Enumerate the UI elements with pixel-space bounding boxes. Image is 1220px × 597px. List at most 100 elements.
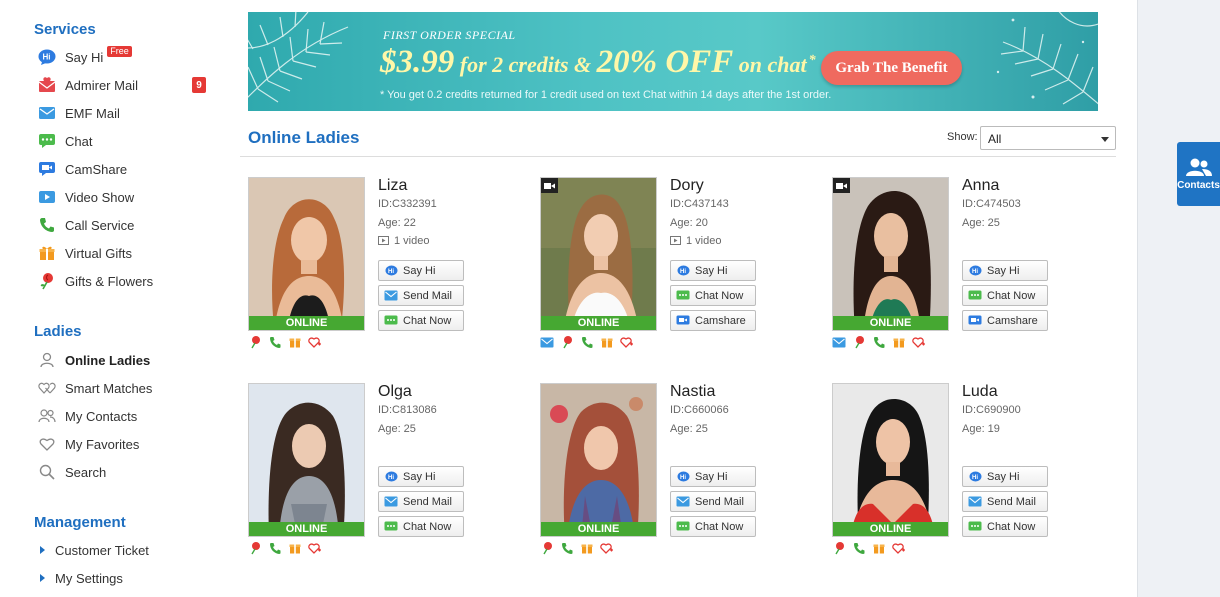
- chat-icon: [968, 521, 982, 533]
- phone-icon[interactable]: [268, 541, 282, 555]
- profile-photo[interactable]: ONLINE: [832, 383, 949, 537]
- say-hi-button[interactable]: Hi Say Hi: [962, 260, 1048, 281]
- contacts-tab-label: Contacts: [1177, 180, 1220, 191]
- svg-text:Hi: Hi: [680, 269, 686, 275]
- send-mail-button[interactable]: Send Mail: [670, 491, 756, 512]
- gift-icon[interactable]: [872, 541, 886, 555]
- grab-benefit-button[interactable]: Grab The Benefit: [821, 51, 962, 85]
- gift-icon[interactable]: [600, 335, 614, 349]
- lady-id: ID:C690900: [962, 404, 1021, 416]
- add-favorite-icon[interactable]: [308, 335, 322, 349]
- promo-banner[interactable]: FIRST ORDER SPECIAL $3.99 for 2 credits …: [248, 12, 1098, 111]
- send-mail-button[interactable]: Send Mail: [962, 491, 1048, 512]
- add-favorite-icon[interactable]: [620, 335, 634, 349]
- sidebar-item-smart-matches[interactable]: Smart Matches: [38, 377, 218, 399]
- lady-name: Olga: [378, 383, 412, 400]
- camshare-button[interactable]: Camshare: [670, 310, 756, 331]
- ladies-heading: Ladies: [34, 323, 82, 340]
- sidebar-item-camshare[interactable]: CamShare: [38, 158, 218, 180]
- sidebar-item-my-settings[interactable]: My Settings: [40, 567, 123, 589]
- profile-photo[interactable]: ONLINE: [248, 383, 365, 537]
- lady-age: Age: 19: [962, 423, 1000, 435]
- profile-photo[interactable]: ONLINE: [248, 177, 365, 331]
- gift-icon[interactable]: [288, 541, 302, 555]
- search-icon: [38, 463, 56, 481]
- lady-name: Dory: [670, 177, 704, 194]
- phone-icon[interactable]: [580, 335, 594, 349]
- chat-now-button[interactable]: Chat Now: [378, 310, 464, 331]
- chat-now-button[interactable]: Chat Now: [670, 285, 756, 306]
- say-hi-icon: Hi: [38, 48, 56, 66]
- rose-icon[interactable]: [560, 335, 574, 349]
- gift-icon[interactable]: [892, 335, 906, 349]
- rose-icon[interactable]: [248, 335, 262, 349]
- phone-icon[interactable]: [560, 541, 574, 555]
- say-hi-button[interactable]: Hi Say Hi: [378, 260, 464, 281]
- camshare-button[interactable]: Camshare: [962, 310, 1048, 331]
- rose-icon[interactable]: [248, 541, 262, 555]
- lady-name: Liza: [378, 177, 408, 194]
- sidebar-item-gifts-flowers[interactable]: Gifts & Flowers: [38, 270, 218, 292]
- add-favorite-icon[interactable]: [892, 541, 906, 555]
- chevron-right-icon: [40, 546, 45, 554]
- say-hi-icon: Hi: [676, 471, 690, 483]
- contacts-icon: [1185, 158, 1212, 176]
- profile-photo[interactable]: ONLINE: [832, 177, 949, 331]
- sidebar-item-my-favorites[interactable]: My Favorites: [38, 433, 218, 455]
- send-mail-button[interactable]: Send Mail: [378, 285, 464, 306]
- sidebar-item-video-show[interactable]: Video Show: [38, 186, 218, 208]
- lady-card: ONLINE Olga ID:C813086 Age: 25 Hi Say Hi …: [248, 383, 488, 573]
- sidebar-item-label: Online Ladies: [65, 352, 151, 368]
- rose-icon[interactable]: [832, 541, 846, 555]
- mail-icon[interactable]: [832, 335, 846, 349]
- lady-card: ONLINE Anna ID:C474503 Age: 25 Hi Say Hi …: [832, 177, 1072, 367]
- sidebar-item-say-hi[interactable]: Hi Say Hi Free: [38, 45, 218, 68]
- sidebar-item-emf-mail[interactable]: EMF Mail: [38, 102, 218, 124]
- rose-icon[interactable]: [540, 541, 554, 555]
- sidebar-item-customer-ticket[interactable]: Customer Ticket: [40, 539, 149, 561]
- say-hi-button[interactable]: Hi Say Hi: [378, 466, 464, 487]
- banner-title: FIRST ORDER SPECIAL: [383, 28, 516, 42]
- sidebar-item-online-ladies[interactable]: Online Ladies: [38, 349, 218, 371]
- banner-asterisk: *: [808, 52, 816, 68]
- button-label: Chat Now: [987, 520, 1036, 533]
- add-favorite-icon[interactable]: [912, 335, 926, 349]
- chat-now-button[interactable]: Chat Now: [962, 516, 1048, 537]
- lady-card: ONLINE Nastia ID:C660066 Age: 25 Hi Say H…: [540, 383, 780, 573]
- add-favorite-icon[interactable]: [600, 541, 614, 555]
- video-icon: [378, 236, 389, 245]
- gift-icon[interactable]: [288, 335, 302, 349]
- sidebar-item-call-service[interactable]: Call Service: [38, 214, 218, 236]
- rose-icon[interactable]: [852, 335, 866, 349]
- video-camera-icon: [833, 178, 850, 193]
- divider: [240, 156, 1116, 157]
- palm-leaf-decoration: [248, 12, 349, 103]
- video-count-label: 1 video: [394, 235, 430, 247]
- sidebar-item-label: Call Service: [65, 217, 135, 233]
- phone-icon[interactable]: [872, 335, 886, 349]
- sidebar-item-virtual-gifts[interactable]: Virtual Gifts: [38, 242, 218, 264]
- say-hi-button[interactable]: Hi Say Hi: [670, 466, 756, 487]
- contacts-tab[interactable]: Contacts: [1177, 142, 1220, 206]
- gift-icon[interactable]: [580, 541, 594, 555]
- lady-id: ID:C660066: [670, 404, 729, 416]
- chat-now-button[interactable]: Chat Now: [670, 516, 756, 537]
- add-favorite-icon[interactable]: [308, 541, 322, 555]
- phone-icon[interactable]: [852, 541, 866, 555]
- phone-icon[interactable]: [268, 335, 282, 349]
- show-filter-select[interactable]: All: [980, 126, 1116, 150]
- sidebar-item-admirer-mail[interactable]: Admirer Mail 9: [38, 74, 218, 96]
- sidebar-item-my-contacts[interactable]: My Contacts: [38, 405, 218, 427]
- profile-photo[interactable]: ONLINE: [540, 177, 657, 331]
- send-mail-button[interactable]: Send Mail: [378, 491, 464, 512]
- sidebar-item-chat[interactable]: Chat: [38, 130, 218, 152]
- video-count[interactable]: 1 video: [670, 235, 721, 247]
- say-hi-button[interactable]: Hi Say Hi: [670, 260, 756, 281]
- chat-now-button[interactable]: Chat Now: [962, 285, 1048, 306]
- video-count[interactable]: 1 video: [378, 235, 429, 247]
- say-hi-button[interactable]: Hi Say Hi: [962, 466, 1048, 487]
- mail-icon[interactable]: [540, 335, 554, 349]
- chat-now-button[interactable]: Chat Now: [378, 516, 464, 537]
- sidebar-item-search[interactable]: Search: [38, 461, 218, 483]
- profile-photo[interactable]: ONLINE: [540, 383, 657, 537]
